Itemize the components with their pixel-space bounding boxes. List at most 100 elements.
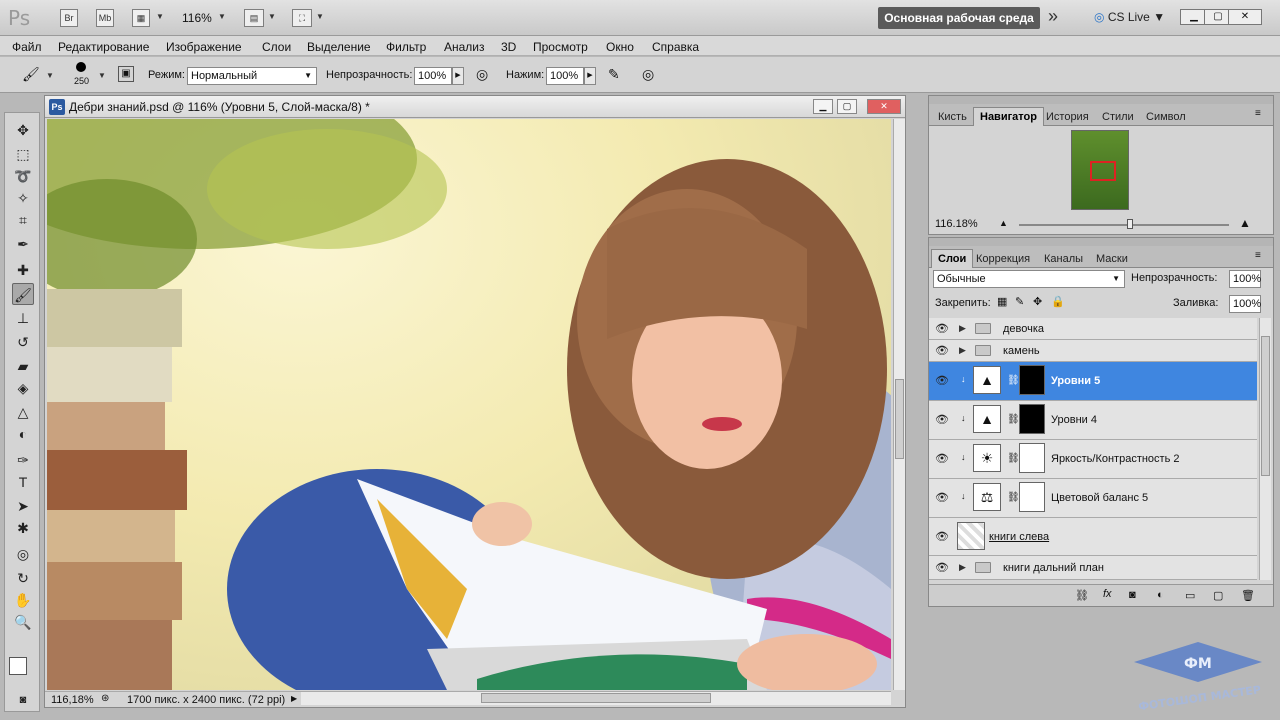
vertical-scrollbar[interactable] <box>893 119 905 690</box>
new-layer-icon[interactable]: ▢ <box>1213 589 1223 602</box>
clone-stamp-tool-icon[interactable]: ⊥ <box>12 307 34 329</box>
status-zoom[interactable]: 116,18% <box>51 694 94 706</box>
tab-masks[interactable]: Маски <box>1089 249 1135 268</box>
chevron-down-icon[interactable]: ▼ <box>156 12 164 21</box>
lock-position-icon[interactable]: ✥ <box>1033 295 1042 308</box>
menu-image[interactable]: Изображение <box>166 40 242 54</box>
document-tab[interactable]: Ps Дебри знаний.psd @ 116% (Уровни 5, Сл… <box>45 96 905 118</box>
flow-slider-arrow[interactable]: ▶ <box>584 67 596 85</box>
type-tool-icon[interactable]: T <box>12 471 34 493</box>
pressure-size-icon[interactable]: ◎ <box>642 66 654 83</box>
chain-link-icon[interactable]: ⛓ <box>1007 375 1020 386</box>
zoom-level[interactable]: 116% <box>182 11 212 25</box>
layer-row-levels-5[interactable]: 👁 ↓ ▲ ⛓ Уровни 5 <box>929 362 1257 401</box>
layer-row-brightness-contrast[interactable]: 👁 ↓ ☀ ⛓ Яркость/Контрастность 2 <box>929 440 1257 479</box>
arrange-documents-icon[interactable]: ▤ <box>244 9 264 27</box>
lock-transparency-icon[interactable]: ▦ <box>997 295 1007 308</box>
tab-layers[interactable]: Слои <box>931 249 974 268</box>
layer-opacity-input[interactable]: 100% <box>1229 270 1261 288</box>
layer-row-books-left[interactable]: 👁 книги слева <box>929 518 1257 556</box>
mini-bridge-button[interactable]: Mb <box>96 9 114 27</box>
lasso-tool-icon[interactable]: ➰ <box>12 165 34 187</box>
eye-icon[interactable]: 👁 <box>935 561 949 574</box>
eyedropper-tool-icon[interactable]: ✒ <box>12 233 34 255</box>
levels-adjustment-icon[interactable]: ▲ <box>973 405 1001 433</box>
link-layers-icon[interactable]: ⛓ <box>1075 589 1089 602</box>
tab-navigator[interactable]: Навигатор <box>973 107 1044 126</box>
eye-icon[interactable]: 👁 <box>935 374 949 387</box>
disclosure-triangle-icon[interactable]: ▶ <box>959 562 966 573</box>
status-icon[interactable]: ⊛ <box>101 693 109 704</box>
foreground-color-swatch[interactable] <box>9 657 27 675</box>
move-tool-icon[interactable]: ✥ <box>12 119 34 141</box>
menu-filter[interactable]: Фильтр <box>386 40 426 54</box>
flow-input[interactable]: 100% <box>546 67 584 85</box>
menu-edit[interactable]: Редактирование <box>58 40 149 54</box>
eye-icon[interactable]: 👁 <box>935 452 949 465</box>
cs-live-button[interactable]: ◎ CS Live ▼ <box>1094 10 1165 24</box>
zoom-out-icon[interactable]: ▲ <box>999 218 1008 228</box>
dodge-tool-icon[interactable]: ◐ <box>12 423 34 445</box>
tab-styles[interactable]: Стили <box>1095 107 1141 126</box>
layers-scrollbar[interactable] <box>1259 318 1271 580</box>
menu-help[interactable]: Справка <box>652 40 699 54</box>
zoom-slider-handle[interactable] <box>1127 219 1133 229</box>
opacity-slider-arrow[interactable]: ▶ <box>452 67 464 85</box>
status-menu-arrow[interactable]: ▶ <box>291 694 297 703</box>
layer-row-levels-4[interactable]: 👁 ↓ ▲ ⛓ Уровни 4 <box>929 401 1257 440</box>
history-brush-tool-icon[interactable]: ↺ <box>12 331 34 353</box>
menu-3d[interactable]: 3D <box>501 40 516 54</box>
bridge-button[interactable]: Br <box>60 9 78 27</box>
blend-mode-select[interactable]: Обычные ▼ <box>933 270 1125 288</box>
navigator-zoom[interactable]: 116.18% <box>935 218 978 230</box>
vertical-scroll-thumb[interactable] <box>895 379 904 459</box>
layer-mask-thumbnail[interactable] <box>1019 443 1045 473</box>
shape-tool-icon[interactable]: ✱ <box>12 517 34 539</box>
add-mask-icon[interactable]: ◙ <box>1129 589 1136 601</box>
tab-adjustments[interactable]: Коррекция <box>969 249 1037 268</box>
layer-thumbnail[interactable] <box>957 522 985 550</box>
zoom-in-icon[interactable]: ▲ <box>1239 216 1251 230</box>
tab-history[interactable]: История <box>1039 107 1096 126</box>
quick-select-tool-icon[interactable]: ✧ <box>12 187 34 209</box>
color-balance-icon[interactable]: ⚖ <box>973 483 1001 511</box>
lock-all-icon[interactable]: 🔒 <box>1051 295 1065 308</box>
layer-mask-thumbnail[interactable] <box>1019 482 1045 512</box>
eraser-tool-icon[interactable]: ▰ <box>12 355 34 377</box>
chevron-down-icon[interactable]: ▼ <box>46 71 54 80</box>
blur-tool-icon[interactable]: △ <box>12 401 34 423</box>
disclosure-triangle-icon[interactable]: ▶ <box>959 345 966 356</box>
brightness-contrast-icon[interactable]: ☀ <box>973 444 1001 472</box>
opacity-input[interactable]: 100% <box>414 67 452 85</box>
healing-brush-tool-icon[interactable]: ✚ <box>12 259 34 281</box>
marquee-tool-icon[interactable]: ⬚ <box>12 143 34 165</box>
layer-mask-thumbnail[interactable] <box>1019 404 1045 434</box>
chevron-down-icon[interactable]: ▼ <box>268 12 276 21</box>
panel-menu-icon[interactable]: ≡ <box>1255 108 1261 119</box>
pen-tool-icon[interactable]: ✑ <box>12 449 34 471</box>
layer-row-girl[interactable]: 👁 ▶ девочка <box>929 318 1257 340</box>
menu-view[interactable]: Просмотр <box>533 40 588 54</box>
quick-mask-icon[interactable]: ◙ <box>12 689 34 711</box>
brush-tip-icon[interactable] <box>76 62 86 72</box>
chain-link-icon[interactable]: ⛓ <box>1007 453 1020 464</box>
tab-channels[interactable]: Каналы <box>1037 249 1090 268</box>
close-button[interactable]: ✕ <box>1228 9 1262 25</box>
path-selection-tool-icon[interactable]: ➤ <box>12 495 34 517</box>
horizontal-scrollbar[interactable] <box>301 691 891 705</box>
levels-adjustment-icon[interactable]: ▲ <box>973 366 1001 394</box>
delete-layer-icon[interactable]: 🗑 <box>1241 589 1255 602</box>
doc-minimize-button[interactable]: ▁ <box>813 99 833 114</box>
doc-close-button[interactable]: ✕ <box>867 99 901 114</box>
brush-tool-preset-icon[interactable]: 🖌 <box>22 66 40 83</box>
crop-tool-icon[interactable]: ⌗ <box>12 209 34 231</box>
layer-mask-thumbnail[interactable] <box>1019 365 1045 395</box>
layer-row-stone[interactable]: 👁 ▶ камень <box>929 340 1257 362</box>
menu-analysis[interactable]: Анализ <box>444 40 485 54</box>
navigator-view-box[interactable] <box>1090 161 1116 181</box>
horizontal-scroll-thumb[interactable] <box>481 693 711 703</box>
paint-bucket-tool-icon[interactable]: ◈ <box>12 377 34 399</box>
disclosure-triangle-icon[interactable]: ▶ <box>959 323 966 334</box>
new-group-icon[interactable]: ▭ <box>1185 589 1195 602</box>
chain-link-icon[interactable]: ⛓ <box>1007 414 1020 425</box>
